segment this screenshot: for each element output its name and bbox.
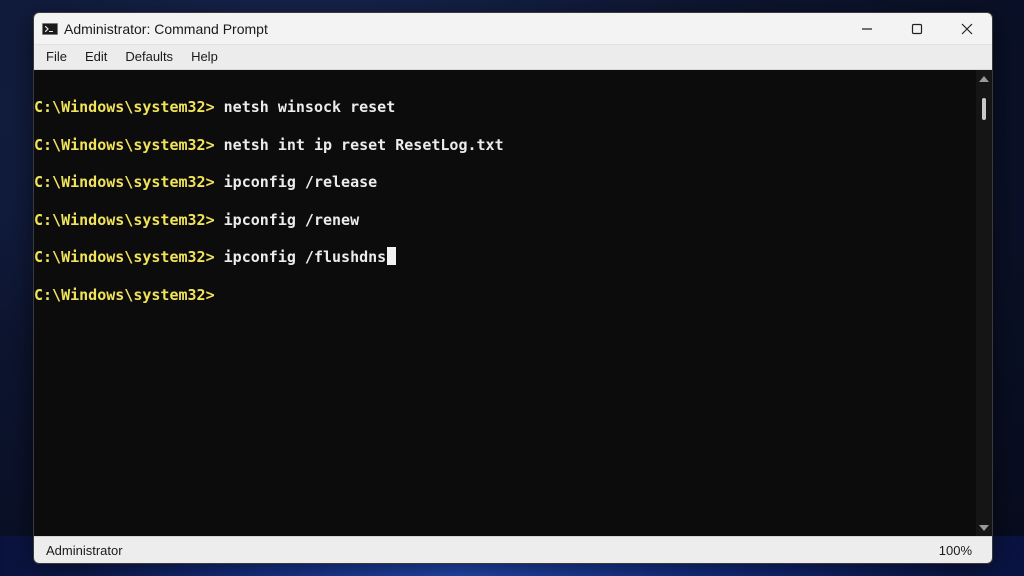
text-cursor (387, 247, 397, 265)
minimize-button[interactable] (842, 13, 892, 44)
window-title: Administrator: Command Prompt (64, 20, 268, 37)
menu-defaults[interactable]: Defaults (116, 45, 182, 69)
console-line: C:\Windows\system32> (34, 283, 976, 321)
menu-bar: File Edit Defaults Help (34, 45, 992, 70)
console-prompt: C:\Windows\system32> (34, 135, 215, 154)
console-line: C:\Windows\system32> netsh int ip reset … (34, 133, 976, 171)
menu-help[interactable]: Help (182, 45, 227, 69)
menu-edit[interactable]: Edit (76, 45, 116, 69)
console-command: netsh winsock reset (214, 98, 396, 116)
status-bar: Administrator 100% (34, 536, 992, 563)
maximize-button[interactable] (892, 13, 942, 44)
console-prompt: C:\Windows\system32> (34, 98, 215, 116)
minimize-icon (862, 27, 872, 30)
console-line: C:\Windows\system32> ipconfig /flushdns (34, 245, 976, 283)
console-command: netsh int ip reset ResetLog.txt (214, 135, 504, 154)
menu-file[interactable]: File (37, 45, 76, 69)
console-line: C:\Windows\system32> ipconfig /release (34, 170, 976, 208)
console-command: ipconfig /flushdns (214, 248, 387, 266)
scroll-thumb[interactable] (982, 98, 986, 120)
console-command: ipconfig /renew (214, 210, 360, 229)
scroll-up-icon[interactable] (979, 76, 989, 82)
status-zoom: 100% (938, 542, 972, 558)
console-line: C:\Windows\system32> netsh winsock reset (34, 95, 976, 133)
console-prompt: C:\Windows\system32> (34, 285, 215, 304)
close-button[interactable] (942, 13, 992, 44)
maximize-icon (911, 23, 923, 34)
status-user: Administrator (46, 542, 123, 558)
console-prompt: C:\Windows\system32> (34, 248, 215, 266)
console-icon (42, 22, 58, 35)
console-line: C:\Windows\system32> ipconfig /renew (34, 208, 976, 246)
title-bar[interactable]: Administrator: Command Prompt (34, 13, 992, 45)
close-icon (961, 23, 973, 34)
command-prompt-window: Administrator: Command Prompt File Edit … (33, 12, 993, 564)
console-command: ipconfig /release (214, 173, 378, 191)
vertical-scrollbar[interactable] (976, 70, 992, 537)
scroll-down-icon[interactable] (979, 525, 989, 531)
console-prompt: C:\Windows\system32> (34, 210, 215, 229)
console-prompt: C:\Windows\system32> (34, 173, 215, 191)
console-output[interactable]: C:\Windows\system32> netsh winsock reset… (34, 70, 976, 537)
